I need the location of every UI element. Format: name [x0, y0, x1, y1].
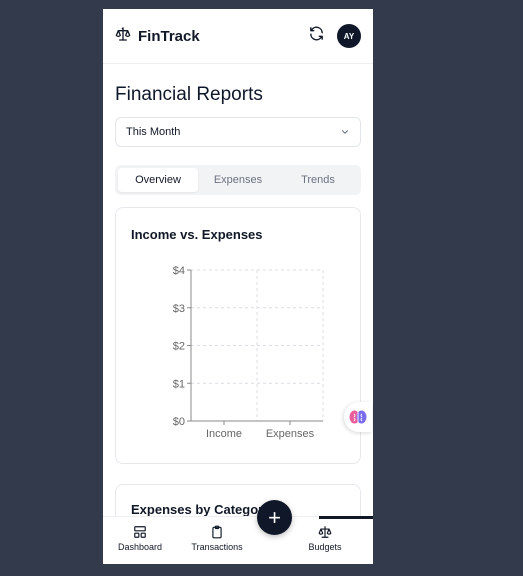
y-tick-label: $2 [173, 341, 185, 353]
nav-label: Transactions [191, 542, 243, 552]
y-tick-label: $4 [173, 265, 185, 277]
income-vs-expenses-card: Income vs. Expenses $0 $1 $2 $3 $4 Income Expe… [115, 207, 361, 464]
income-expenses-chart: $0 $1 $2 $3 $4 Income Expenses [173, 265, 324, 440]
y-tick-label: $1 [173, 378, 185, 390]
scale-icon [318, 526, 332, 538]
refresh-icon[interactable] [308, 25, 325, 47]
chevron-down-icon [341, 130, 349, 134]
nav-item-dashboard[interactable]: Dashboard [105, 525, 175, 552]
dashboard-icon [134, 526, 146, 538]
y-tick-label: $0 [173, 416, 185, 428]
period-select-value: This Month [126, 126, 181, 138]
clipboard-icon [212, 525, 222, 539]
tab-trends[interactable]: Trends [278, 168, 358, 192]
card-title: Expenses by Category [131, 502, 271, 517]
app-screen: FinTrack AY Financial Reports This Month… [103, 9, 373, 564]
active-nav-indicator [319, 516, 373, 519]
x-tick-label: Income [206, 428, 242, 440]
brain-icon [349, 410, 367, 424]
nav-label: Dashboard [117, 542, 163, 552]
brand[interactable]: FinTrack [115, 26, 200, 47]
x-tick-label: Expenses [266, 428, 315, 440]
avatar[interactable]: AY [337, 24, 361, 48]
bottom-nav: Dashboard Transactions Budgets [103, 516, 373, 564]
plus-icon: + [268, 504, 281, 530]
tab-expenses[interactable]: Expenses [198, 168, 278, 192]
tab-overview[interactable]: Overview [118, 168, 198, 192]
app-title: FinTrack [138, 27, 200, 45]
page-title: Financial Reports [115, 84, 263, 105]
nav-item-transactions[interactable]: Transactions [182, 525, 252, 552]
y-tick-label: $3 [173, 303, 185, 315]
report-tabs: Overview Expenses Trends [115, 165, 361, 195]
period-select[interactable]: This Month [115, 117, 361, 147]
nav-item-budgets[interactable]: Budgets [290, 525, 360, 552]
add-transaction-button[interactable]: + [257, 500, 292, 535]
app-header: FinTrack AY [103, 9, 373, 64]
ai-assistant-button[interactable] [344, 402, 372, 432]
scale-logo-icon [115, 26, 131, 47]
nav-label: Budgets [308, 542, 342, 552]
